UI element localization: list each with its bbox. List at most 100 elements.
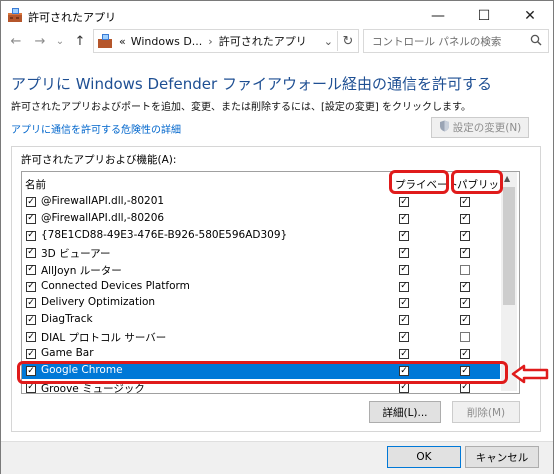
- breadcrumb-separator: ›: [208, 34, 213, 48]
- app-row[interactable]: ✓ @FirewallAPI.dll,-80201 ✓ ✓: [22, 194, 500, 210]
- app-enabled-checkbox[interactable]: ✓: [26, 247, 36, 258]
- app-name: @FirewallAPI.dll,-80201: [41, 195, 165, 207]
- risk-details-link[interactable]: アプリに通信を許可する危険性の詳細: [11, 121, 181, 136]
- private-network-checkbox[interactable]: ✓: [399, 382, 409, 393]
- public-network-checkbox[interactable]: ✓: [460, 382, 470, 393]
- minimize-icon: —: [431, 8, 445, 24]
- refresh-button[interactable]: ↻: [337, 31, 358, 51]
- close-icon: ✕: [524, 8, 536, 24]
- public-network-checkbox[interactable]: ✓: [460, 197, 470, 207]
- app-row[interactable]: ✓ AllJoyn ルーター ✓: [22, 262, 500, 278]
- app-enabled-checkbox[interactable]: ✓: [26, 213, 36, 224]
- app-enabled-checkbox[interactable]: ✓: [26, 264, 36, 275]
- details-button-label: 詳細(L)...: [382, 406, 428, 419]
- app-enabled-checkbox[interactable]: ✓: [26, 197, 36, 207]
- app-name: @FirewallAPI.dll,-80206: [41, 211, 165, 224]
- app-enabled-checkbox[interactable]: ✓: [26, 298, 36, 309]
- private-network-checkbox[interactable]: ✓: [399, 264, 409, 275]
- app-row[interactable]: ✓ DIAL プロトコル サーバー ✓: [22, 329, 500, 345]
- public-network-checkbox[interactable]: [460, 332, 470, 343]
- details-button[interactable]: 詳細(L)...: [369, 401, 441, 423]
- app-enabled-checkbox[interactable]: ✓: [26, 332, 36, 343]
- forward-arrow-icon: →: [34, 33, 46, 49]
- app-name: DiagTrack: [41, 313, 93, 326]
- firewall-allowed-apps-window: 許可されたアプリ — ☐ ✕ ← → ⌄ ↑ « Windows D... › …: [0, 0, 554, 474]
- private-network-checkbox[interactable]: ✓: [399, 247, 409, 258]
- search-input[interactable]: コントロール パネルの検索: [372, 34, 501, 49]
- minimize-button[interactable]: —: [415, 1, 461, 31]
- column-header-name[interactable]: 名前: [25, 177, 46, 192]
- app-enabled-checkbox[interactable]: ✓: [26, 382, 36, 393]
- search-box[interactable]: コントロール パネルの検索: [363, 29, 549, 53]
- page-title: アプリに Windows Defender ファイアウォール経由の通信を許可する: [11, 75, 492, 93]
- public-network-checkbox[interactable]: ✓: [460, 213, 470, 224]
- app-name: 3D ビューアー: [41, 247, 111, 260]
- app-name: DIAL プロトコル サーバー: [41, 332, 167, 345]
- page-description: 許可されたアプリおよびポートを追加、変更、または削除するには、[設定の変更] を…: [11, 102, 471, 113]
- title-bar[interactable]: 許可されたアプリ — ☐ ✕: [1, 1, 553, 31]
- annotation-arrow-icon: [510, 364, 550, 384]
- app-row[interactable]: ✓ 3D ビューアー ✓ ✓: [22, 245, 500, 261]
- public-network-checkbox[interactable]: ✓: [460, 298, 470, 309]
- app-row[interactable]: ✓ Connected Devices Platform ✓ ✓: [22, 279, 500, 295]
- allowed-apps-label: 許可されたアプリおよび機能(A):: [21, 154, 177, 166]
- app-name: {78E1CD88-49E3-476E-B926-580E596AD309}: [41, 228, 288, 241]
- scroll-up-icon[interactable]: ▲: [504, 174, 510, 183]
- back-button[interactable]: ←: [7, 32, 25, 50]
- public-network-checkbox[interactable]: ✓: [460, 281, 470, 292]
- cancel-button-label: キャンセル: [475, 451, 529, 464]
- cancel-button[interactable]: キャンセル: [465, 446, 539, 468]
- refresh-icon: ↻: [342, 33, 354, 49]
- app-row[interactable]: ✓ DiagTrack ✓ ✓: [22, 312, 500, 328]
- private-network-checkbox[interactable]: ✓: [399, 349, 409, 360]
- maximize-button[interactable]: ☐: [461, 1, 507, 31]
- app-enabled-checkbox[interactable]: ✓: [26, 315, 36, 326]
- app-row[interactable]: ✓ @FirewallAPI.dll,-80206 ✓ ✓: [22, 211, 500, 227]
- firewall-app-icon: [7, 7, 23, 23]
- up-arrow-icon: ↑: [74, 33, 86, 49]
- change-settings-button[interactable]: 設定の変更(N): [431, 117, 529, 138]
- app-name: Game Bar: [41, 347, 94, 360]
- remove-button-label: 削除(M): [466, 406, 506, 419]
- private-network-checkbox[interactable]: ✓: [399, 315, 409, 326]
- up-button[interactable]: ↑: [71, 32, 89, 50]
- remove-button[interactable]: 削除(M): [452, 401, 520, 423]
- public-network-checkbox[interactable]: ✓: [460, 247, 470, 258]
- scrollbar-thumb[interactable]: [503, 187, 515, 305]
- annotation-public-column-box: [451, 170, 503, 194]
- shield-icon: [439, 120, 450, 135]
- search-icon[interactable]: [530, 34, 542, 49]
- private-network-checkbox[interactable]: ✓: [399, 197, 409, 207]
- recent-locations-button[interactable]: ⌄: [51, 32, 69, 50]
- breadcrumb-allowed-apps[interactable]: 許可されたアプリ: [219, 33, 307, 49]
- private-network-checkbox[interactable]: ✓: [399, 281, 409, 292]
- annotation-chrome-row-box: [17, 361, 508, 384]
- back-arrow-icon: ←: [10, 33, 22, 49]
- app-name: AllJoyn ルーター: [41, 264, 122, 277]
- breadcrumb-windows-defender[interactable]: Windows D...: [131, 35, 203, 48]
- app-enabled-checkbox[interactable]: ✓: [26, 349, 36, 360]
- annotation-private-column-box: [389, 170, 449, 194]
- private-network-checkbox[interactable]: ✓: [399, 213, 409, 224]
- change-settings-label: 設定の変更(N): [452, 122, 522, 134]
- public-network-checkbox[interactable]: ✓: [460, 349, 470, 360]
- app-name: Delivery Optimization: [41, 296, 156, 309]
- address-dropdown-icon[interactable]: ⌄: [324, 35, 333, 48]
- address-bar[interactable]: « Windows D... › 許可されたアプリ ⌄ ↻: [93, 29, 359, 53]
- private-network-checkbox[interactable]: ✓: [399, 332, 409, 343]
- private-network-checkbox[interactable]: ✓: [399, 230, 409, 241]
- private-network-checkbox[interactable]: ✓: [399, 298, 409, 309]
- forward-button[interactable]: →: [31, 32, 49, 50]
- app-row[interactable]: ✓ {78E1CD88-49E3-476E-B926-580E596AD309} ✓…: [22, 228, 500, 244]
- app-enabled-checkbox[interactable]: ✓: [26, 281, 36, 292]
- public-network-checkbox[interactable]: ✓: [460, 230, 470, 241]
- public-network-checkbox[interactable]: [460, 264, 470, 275]
- app-row[interactable]: ✓ Delivery Optimization ✓ ✓: [22, 295, 500, 311]
- public-network-checkbox[interactable]: ✓: [460, 315, 470, 326]
- app-row[interactable]: ✓ Game Bar ✓ ✓: [22, 346, 500, 362]
- close-button[interactable]: ✕: [507, 1, 553, 31]
- app-enabled-checkbox[interactable]: ✓: [26, 230, 36, 241]
- maximize-icon: ☐: [477, 8, 491, 24]
- chevron-down-icon: ⌄: [55, 35, 65, 47]
- ok-button[interactable]: OK: [387, 446, 461, 468]
